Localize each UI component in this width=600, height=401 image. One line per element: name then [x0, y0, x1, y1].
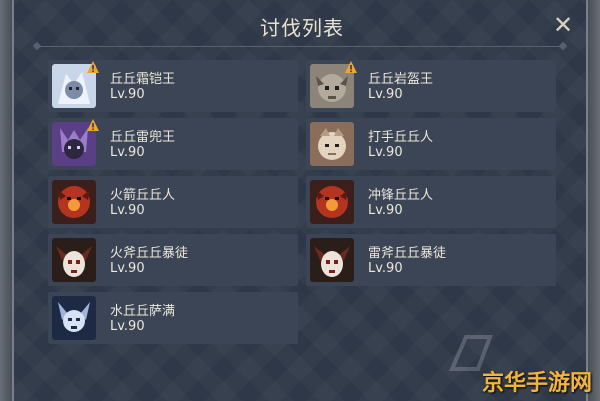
boss-level: Lv.90: [368, 203, 403, 218]
background-right-edge: [588, 0, 600, 401]
boss-name: 丘丘雷兜王: [110, 130, 176, 145]
boss-portrait: [52, 296, 96, 340]
boss-card[interactable]: 雷斧丘丘暴徒 Lv.90: [306, 234, 556, 286]
warning-icon: [87, 61, 99, 73]
boss-level: Lv.90: [368, 261, 403, 276]
warning-icon: [345, 61, 357, 73]
boss-portrait: [310, 238, 354, 282]
boss-card[interactable]: 打手丘丘人 Lv.90: [306, 118, 556, 170]
boss-card[interactable]: 冲锋丘丘人 Lv.90: [306, 176, 556, 228]
boss-level: Lv.90: [368, 87, 403, 102]
boss-level: Lv.90: [110, 87, 145, 102]
boss-name: 火箭丘丘人: [110, 188, 176, 203]
boss-level: Lv.90: [110, 261, 145, 276]
close-icon[interactable]: ✕: [550, 12, 576, 38]
boss-name: 冲锋丘丘人: [368, 188, 434, 203]
boss-level: Lv.90: [110, 203, 145, 218]
boss-portrait: [52, 180, 96, 224]
hunt-list-panel: 讨伐列表 ✕ 丘丘霜铠王 Lv.90 丘丘岩盔王 Lv.90 丘丘雷兜王 Lv.…: [12, 0, 588, 401]
watermark-text: 京华手游网: [481, 371, 592, 396]
boss-card[interactable]: 火箭丘丘人 Lv.90: [48, 176, 298, 228]
boss-name: 火斧丘丘暴徒: [110, 246, 189, 261]
warning-icon: [87, 119, 99, 131]
panel-title: 讨伐列表: [260, 16, 344, 40]
divider-ornament: [558, 41, 568, 51]
boss-name: 丘丘霜铠王: [110, 72, 176, 87]
boss-level: Lv.90: [110, 319, 145, 334]
boss-portrait: [310, 122, 354, 166]
divider-ornament: [32, 41, 42, 51]
boss-card[interactable]: 丘丘霜铠王 Lv.90: [48, 60, 298, 112]
boss-name: 丘丘岩盔王: [368, 72, 434, 87]
boss-card[interactable]: 水丘丘萨满 Lv.90: [48, 292, 298, 344]
boss-card[interactable]: 火斧丘丘暴徒 Lv.90: [48, 234, 298, 286]
title-divider: [32, 41, 568, 51]
boss-level: Lv.90: [368, 145, 403, 160]
boss-name: 打手丘丘人: [368, 130, 434, 145]
boss-name: 水丘丘萨满: [110, 304, 176, 319]
boss-name: 雷斧丘丘暴徒: [368, 246, 447, 261]
boss-portrait: [52, 238, 96, 282]
boss-card[interactable]: 丘丘雷兜王 Lv.90: [48, 118, 298, 170]
background-left-edge: [0, 0, 12, 401]
boss-portrait: [310, 180, 354, 224]
boss-level: Lv.90: [110, 145, 145, 160]
boss-card[interactable]: 丘丘岩盔王 Lv.90: [306, 60, 556, 112]
